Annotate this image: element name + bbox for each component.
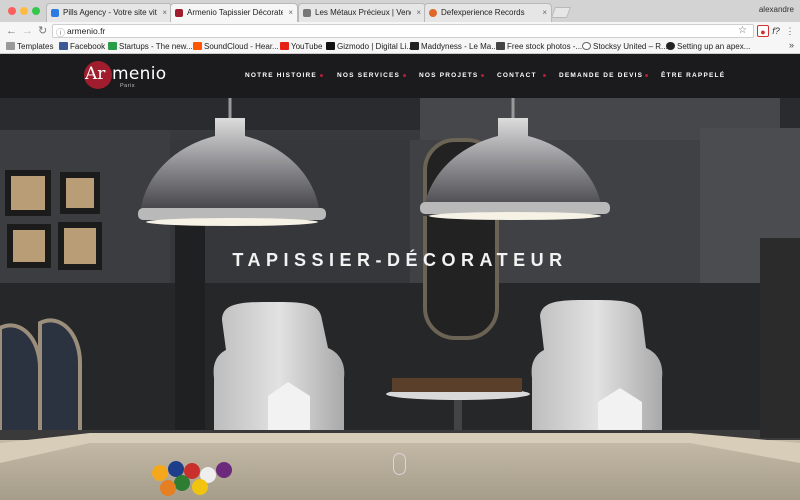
close-tab-icon[interactable]: × — [416, 4, 421, 22]
gizmodo-icon — [326, 42, 335, 50]
nav-nos-services[interactable]: NOS SERVICES — [337, 72, 400, 79]
close-window-button[interactable] — [8, 7, 16, 15]
bookmark-github-apex[interactable]: Setting up an apex... — [666, 41, 750, 53]
nav-nos-projets[interactable]: NOS PROJETS — [419, 72, 478, 79]
tab-title: Pills Agency - Votre site vitrine — [63, 8, 157, 17]
nav-separator-dot — [543, 74, 546, 77]
menu-dots-icon[interactable]: ⋮ — [784, 25, 796, 37]
bookmark-label: Startups - The new... — [119, 42, 193, 51]
forward-icon[interactable]: → — [22, 24, 33, 38]
bookmarks-bar: Templates Facebook Startups - The new...… — [0, 40, 800, 54]
armenio-favicon-icon — [175, 9, 183, 17]
bookmark-label: Stocksy United – R... — [593, 42, 668, 51]
address-bar[interactable]: ⓘ armenio.fr ☆ — [52, 24, 754, 38]
reload-icon[interactable]: ↻ — [38, 24, 47, 38]
bookmark-label: Free stock photos -... — [507, 42, 583, 51]
scroll-down-indicator[interactable] — [393, 453, 406, 475]
nav-etre-rappele[interactable]: ÊTRE RAPPELÉ — [661, 72, 725, 79]
fontface-extension-icon[interactable]: f? — [770, 25, 782, 37]
hero-photo — [0, 98, 800, 500]
bookmark-label: Facebook — [70, 42, 106, 51]
bookmark-label: Maddyness - Le Ma... — [421, 42, 498, 51]
metaux-favicon-icon — [303, 9, 311, 17]
tab-title: Les Métaux Précieux | Vendez — [315, 8, 411, 17]
extension-badge-icon[interactable]: ● — [757, 25, 769, 37]
bookmark-label: YouTube — [291, 42, 323, 51]
yc-icon — [108, 42, 117, 50]
youtube-icon — [280, 42, 289, 50]
bookmark-label: SoundCloud - Hear... — [204, 42, 279, 51]
minimize-window-button[interactable] — [20, 7, 28, 15]
tab-title: Defexperience Records — [441, 8, 525, 17]
bookmark-label: Setting up an apex... — [677, 42, 751, 51]
maddyness-icon — [410, 42, 419, 50]
tab-strip: Pills Agency - Votre site vitrine × Arme… — [0, 0, 800, 23]
more-bookmarks-icon[interactable]: » — [789, 40, 794, 50]
back-icon[interactable]: ← — [6, 24, 17, 38]
logo-wordmark: menio — [112, 64, 167, 84]
tab-metaux-precieux[interactable]: Les Métaux Précieux | Vendez × — [298, 3, 426, 22]
pills-favicon-icon — [51, 9, 59, 17]
close-tab-icon[interactable]: × — [288, 4, 293, 22]
bookmark-soundcloud[interactable]: SoundCloud - Hear... — [193, 41, 279, 53]
hero-section: TAPISSIER-DÉCORATEUR — [0, 98, 800, 500]
bookmark-star-icon[interactable]: ☆ — [738, 25, 747, 36]
defexperience-favicon-icon — [429, 9, 437, 17]
close-tab-icon[interactable]: × — [542, 4, 547, 22]
tab-defexperience[interactable]: Defexperience Records × — [424, 3, 552, 22]
nav-separator-dot — [645, 74, 648, 77]
site-logo[interactable]: Ar menio Paris — [84, 61, 180, 91]
github-icon — [666, 42, 675, 50]
hero-title: TAPISSIER-DÉCORATEUR — [232, 250, 568, 270]
tab-armenio[interactable]: Armenio Tapissier Décorateur × — [170, 3, 298, 23]
soundcloud-icon — [193, 42, 202, 50]
bookmark-templates[interactable]: Templates — [6, 41, 53, 53]
bookmark-label: Templates — [17, 42, 54, 51]
nav-demande-de-devis[interactable]: DEMANDE DE DEVIS — [559, 72, 643, 79]
bookmark-facebook[interactable]: Facebook — [59, 41, 105, 53]
logo-monogram: Ar — [85, 64, 106, 84]
tab-pills-agency[interactable]: Pills Agency - Votre site vitrine × — [46, 3, 172, 22]
bookmark-label: Gizmodo | Digital Li... — [337, 42, 413, 51]
nav-separator-dot — [403, 74, 406, 77]
bookmark-startups[interactable]: Startups - The new... — [108, 41, 193, 53]
bookmark-free-stock-photos[interactable]: Free stock photos -... — [496, 41, 582, 53]
bookmark-maddyness[interactable]: Maddyness - Le Ma... — [410, 41, 498, 53]
logo-city: Paris — [120, 83, 136, 89]
maximize-window-button[interactable] — [32, 7, 40, 15]
facebook-icon — [59, 42, 68, 50]
nav-separator-dot — [320, 74, 323, 77]
nav-separator-dot — [481, 74, 484, 77]
page-info-icon[interactable]: ⓘ — [56, 26, 65, 39]
new-tab-button[interactable] — [550, 7, 572, 18]
bookmark-youtube[interactable]: YouTube — [280, 41, 322, 53]
folder-icon — [6, 42, 15, 50]
stocksy-icon — [582, 42, 591, 50]
close-tab-icon[interactable]: × — [162, 4, 167, 22]
browser-toolbar: ← → ↻ ⓘ armenio.fr ☆ ● f? ⋮ — [0, 22, 800, 40]
url-text[interactable]: armenio.fr — [67, 26, 105, 36]
bookmark-stocksy[interactable]: Stocksy United – R... — [582, 41, 668, 53]
camera-icon — [496, 42, 505, 50]
profile-name[interactable]: alexandre — [759, 5, 794, 14]
nav-notre-histoire[interactable]: NOTRE HISTOIRE — [245, 72, 317, 79]
tab-title: Armenio Tapissier Décorateur — [187, 8, 283, 17]
nav-contact[interactable]: CONTACT — [497, 72, 537, 79]
bookmark-gizmodo[interactable]: Gizmodo | Digital Li... — [326, 41, 413, 53]
